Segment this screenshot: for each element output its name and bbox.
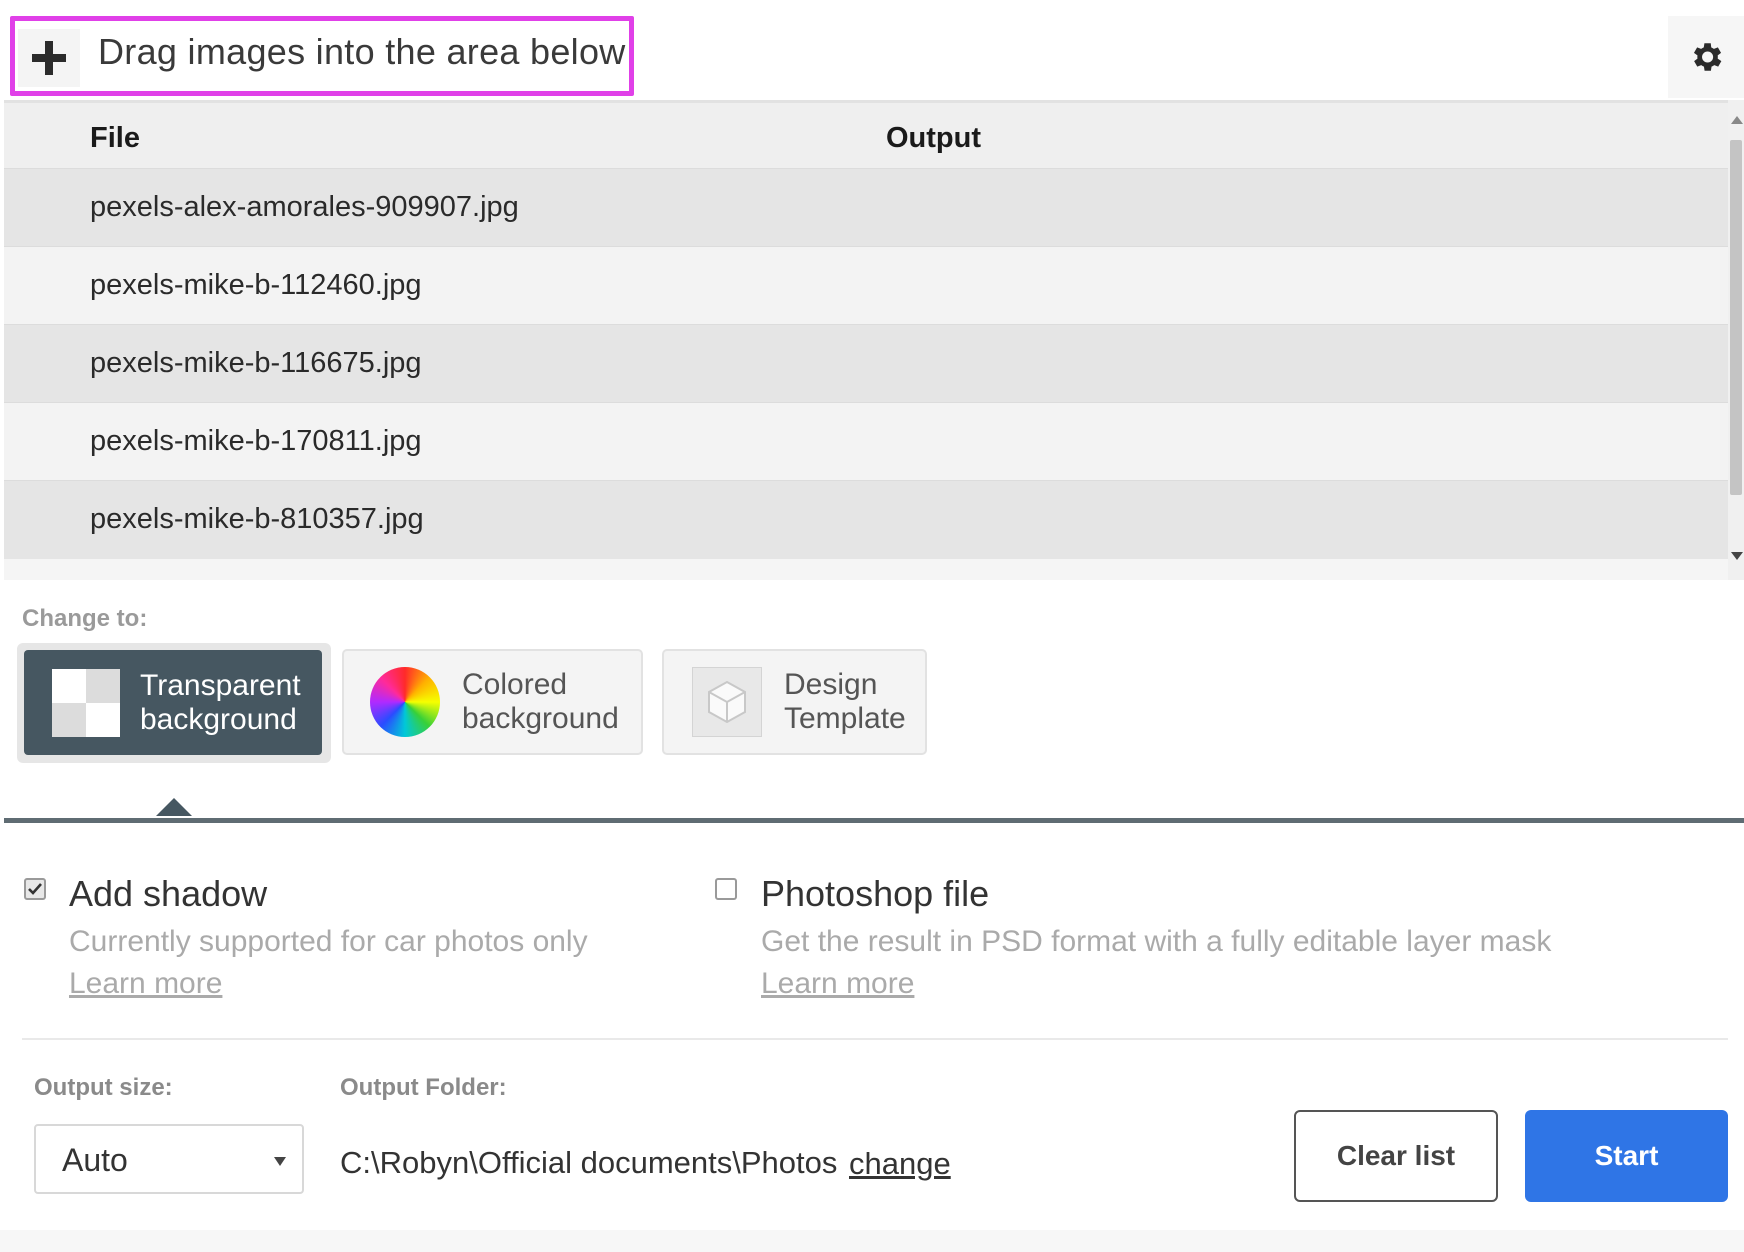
color-wheel-icon [370,667,440,737]
mode-label-line2: Template [784,702,906,735]
photoshop-file-description: Get the result in PSD format with a full… [761,925,1552,958]
scroll-up-arrow-icon[interactable] [1731,116,1743,124]
file-table: File Output pexels-alex-amorales-909907.… [4,100,1744,580]
mode-label-line1: Colored [462,668,568,701]
add-shadow-learn-more-link[interactable]: Learn more [69,967,222,1001]
mode-colored-background-button[interactable]: Colored background [342,649,643,755]
table-row[interactable]: pexels-mike-b-112460.jpg [4,246,1728,325]
mode-label-line2: background [462,702,619,735]
plus-icon[interactable] [18,29,80,87]
file-name: pexels-mike-b-170811.jpg [90,425,422,457]
selected-mode-pointer-icon [156,798,192,816]
clear-list-button[interactable]: Clear list [1294,1110,1498,1202]
table-row[interactable]: pexels-alex-amorales-909907.jpg [4,168,1728,247]
add-shadow-title: Add shadow [69,873,268,914]
file-name: pexels-alex-amorales-909907.jpg [90,191,519,223]
table-row[interactable]: pexels-mike-b-116675.jpg [4,324,1728,403]
output-folder-path: C:\Robyn\Official documents\Photos [340,1145,838,1180]
table-header: File Output [4,100,1728,171]
section-divider [4,818,1744,823]
design-template-icon [692,667,762,737]
table-scrollbar[interactable] [1728,100,1744,580]
mode-transparent-background-button[interactable]: Transparent background [24,650,322,755]
output-folder-label: Output Folder: [340,1074,507,1101]
file-name: pexels-mike-b-810357.jpg [90,503,424,535]
change-folder-link[interactable]: change [849,1146,951,1182]
drag-images-label: Drag images into the area below [98,31,626,72]
mode-label-line1: Transparent [140,668,301,702]
gear-icon[interactable] [1668,16,1744,98]
mode-label-line2: background [140,702,297,736]
mode-label-line1: Design [784,668,878,701]
file-name: pexels-mike-b-112460.jpg [90,269,422,301]
scroll-thumb[interactable] [1730,140,1742,495]
change-to-label: Change to: [22,605,148,632]
table-row[interactable]: pexels-mike-b-170811.jpg [4,402,1728,481]
table-row[interactable]: pexels-mike-b-810357.jpg [4,480,1728,559]
output-size-select[interactable]: Auto [34,1124,304,1194]
output-size-value: Auto [62,1142,128,1178]
column-header-output[interactable]: Output [886,122,981,155]
scroll-down-arrow-icon[interactable] [1731,552,1743,560]
column-header-file[interactable]: File [90,122,140,155]
add-shadow-checkbox[interactable] [24,878,46,900]
chevron-down-icon [274,1157,286,1166]
mode-design-template-button[interactable]: Design Template [662,649,927,755]
add-shadow-description: Currently supported for car photos only [69,925,588,958]
checkerboard-icon [52,668,120,737]
output-size-label: Output size: [34,1074,173,1101]
photoshop-file-checkbox[interactable] [715,878,737,900]
add-images-area[interactable]: Drag images into the area below [10,16,634,96]
file-name: pexels-mike-b-116675.jpg [90,347,422,379]
footer-strip [0,1230,1744,1252]
photoshop-file-learn-more-link[interactable]: Learn more [761,967,914,1001]
options-divider [22,1038,1728,1040]
start-button[interactable]: Start [1525,1110,1728,1202]
photoshop-file-title: Photoshop file [761,873,990,914]
